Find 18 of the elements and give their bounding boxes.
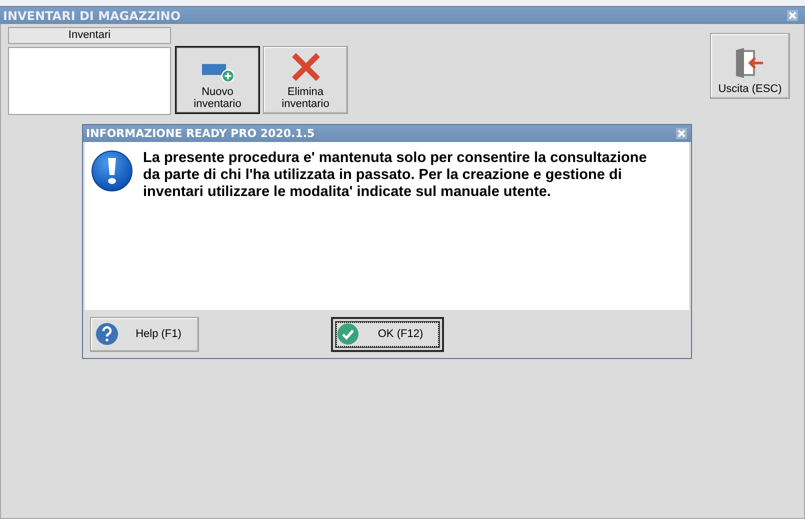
close-icon[interactable]: [787, 10, 798, 21]
ok-button[interactable]: OK (F12): [331, 316, 444, 352]
exit-door-icon: [736, 47, 764, 79]
list-header: Inventari: [8, 27, 171, 44]
dialog-title: INFORMAZIONE READY PRO 2020.1.5: [86, 127, 315, 140]
delete-inventory-button[interactable]: Elimina inventario: [263, 46, 348, 114]
exit-button[interactable]: Uscita (ESC): [710, 33, 790, 99]
close-icon[interactable]: [676, 128, 687, 139]
add-icon: [202, 64, 234, 82]
exclamation-icon: [91, 150, 133, 192]
inventory-list[interactable]: [8, 47, 171, 115]
delete-icon: [290, 52, 320, 82]
message-text: La presente procedura e' mantenuta solo per consentire la consultazione da parte di chi l'ha utilizzata in passato. Per la creazione e gestione di inventari utilizzare le modalita' indicate sul manuale utente.: [143, 150, 648, 202]
help-icon: [95, 322, 119, 346]
new-inventory-button[interactable]: Nuovo inventario: [175, 46, 260, 114]
check-icon: [337, 323, 359, 345]
window-title: INVENTARI DI MAGAZZINO: [3, 8, 181, 22]
help-button[interactable]: Help (F1): [90, 316, 199, 352]
